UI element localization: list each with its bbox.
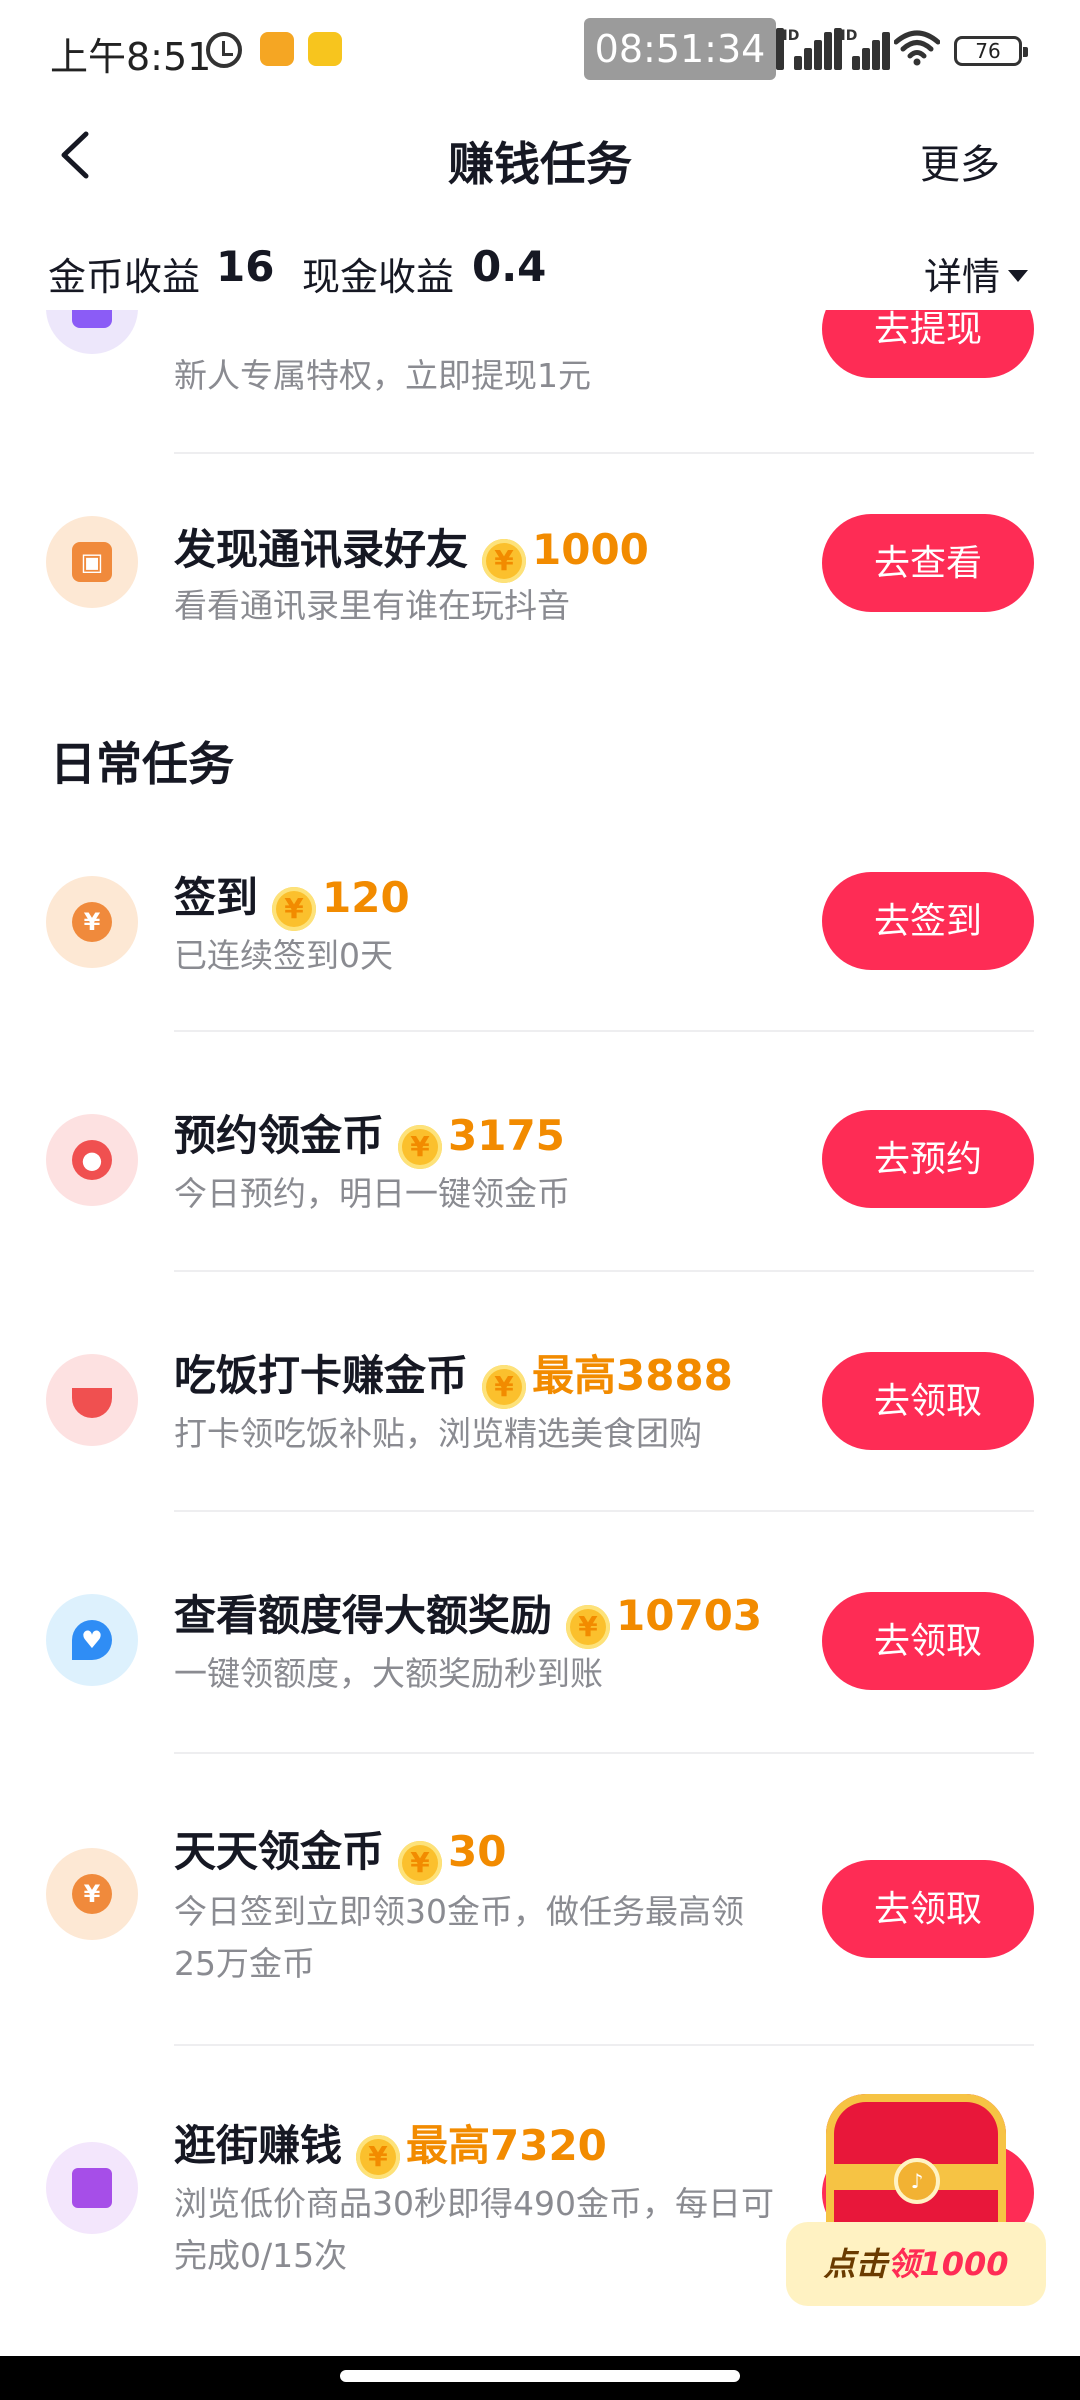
home-indicator[interactable] [340,2370,740,2382]
task-title: 发现通讯录好友 ¥1000 [174,516,649,583]
notification-app-icon [260,32,294,66]
status-bar: 上午8:51 08:51:34 HD HD 76 [0,0,1080,100]
status-time: 上午8:51 [50,35,212,79]
task-title: 逛街赚钱 ¥ 最高7320 [174,2112,607,2179]
task-desc: 今日预约，明日一键领金币 [174,1174,570,1213]
divider [174,1030,1034,1032]
claim-reward-banner[interactable]: 点击领1000 [786,2222,1046,2306]
heart-icon: ♥ [46,1594,138,1686]
nav-bar: 赚钱任务 更多 [0,100,1080,212]
task-reward: 120 [322,873,410,922]
earnings-summary: 金币收益 16 现金收益 0.4 详情 [0,236,1080,306]
coin-icon: ¥ [566,1605,611,1649]
storefront-icon [46,2142,138,2234]
task-title: 签到 ¥120 [174,864,410,931]
signal-icon: HD [776,28,832,70]
coin-icon: ¥ [272,887,317,931]
task-reward: 3175 [448,1111,565,1160]
task-reward: 最高7320 [406,2121,607,2170]
coin-icon: ¥ [398,1841,443,1885]
divider [174,2044,1034,2046]
task-title: 天天领金币 ¥30 [174,1818,506,1885]
contacts-book-icon: ▣ [46,516,138,608]
divider [174,1510,1034,1512]
task-title: 预约领金币 ¥3175 [174,1102,565,1169]
coin-icon: ¥ [356,2135,401,2179]
divider [174,1752,1034,1754]
rice-bowl-icon [46,1354,138,1446]
tiktok-logo-icon: ♪ [894,2158,940,2204]
view-contacts-button[interactable]: 去查看 [822,514,1034,612]
detail-button[interactable]: 详情 [924,246,1028,301]
coin-icon: ¥ [482,539,527,583]
coin-icon: ¥ [482,1365,527,1409]
treasure-chest-widget[interactable]: ♪ 点击领1000 [786,2074,1046,2354]
cash-earnings-label: 现金收益 [302,255,455,299]
task-desc: 已连续签到0天 [174,936,393,975]
task-reward: 1000 [532,525,649,574]
claim-button[interactable]: 去领取 [822,1592,1034,1690]
coin-earnings-label: 金币收益 [48,255,201,299]
battery-icon: 76 [954,36,1028,66]
task-desc: 浏览低价商品30秒即得490金币，每日可完成0/15次 [174,2184,774,2275]
page-title: 赚钱任务 [448,137,632,191]
sign-in-button[interactable]: 去签到 [822,872,1034,970]
yuan-coin-icon: ¥ [46,1848,138,1940]
more-button[interactable]: 更多 [920,132,1000,190]
task-desc: 打卡领吃饭补贴，浏览精选美食团购 [174,1414,702,1453]
gesture-bar [0,2356,1080,2400]
yuan-coin-icon: ¥ [46,876,138,968]
divider [174,1270,1034,1272]
task-desc: 看看通讯录里有谁在玩抖音 [174,586,570,625]
task-list[interactable]: 新人专属特权，立即提现1元 去提现 ▣ 发现通讯录好友 ¥1000 看看通讯录里有… [0,310,1080,2350]
alarm-icon [206,32,242,68]
task-desc: 今日签到立即领30金币，做任务最高领25万金币 [174,1892,744,1983]
coin-icon: ¥ [398,1125,443,1169]
withdraw-button[interactable]: 去提现 [822,310,1034,378]
task-desc: 新人专属特权，立即提现1元 [174,356,591,395]
signal-icon-2: HD [834,28,890,70]
task-desc: 一键领额度，大额奖励秒到账 [174,1654,603,1693]
notification-app-icon-2 [308,32,342,66]
task-title: 查看额度得大额奖励 ¥10703 [174,1582,762,1649]
wifi-icon [894,30,940,66]
divider [174,452,1034,454]
cash-earnings-value: 0.4 [472,242,547,291]
clock-overlay: 08:51:34 [584,18,776,80]
caret-down-icon [1008,269,1028,282]
claim-button[interactable]: 去领取 [822,1860,1034,1958]
claim-button[interactable]: 去领取 [822,1352,1034,1450]
piggy-bank-icon: ● [46,1114,138,1206]
coin-earnings-value: 16 [216,242,275,291]
task-reward: 10703 [616,1591,763,1640]
daily-tasks-heading: 日常任务 [50,737,234,791]
task-title: 吃饭打卡赚金币 ¥ 最高3888 [174,1342,733,1409]
reserve-button[interactable]: 去预约 [822,1110,1034,1208]
task-reward: 最高3888 [532,1351,733,1400]
wallet-icon [46,310,138,354]
task-reward: 30 [448,1827,507,1876]
